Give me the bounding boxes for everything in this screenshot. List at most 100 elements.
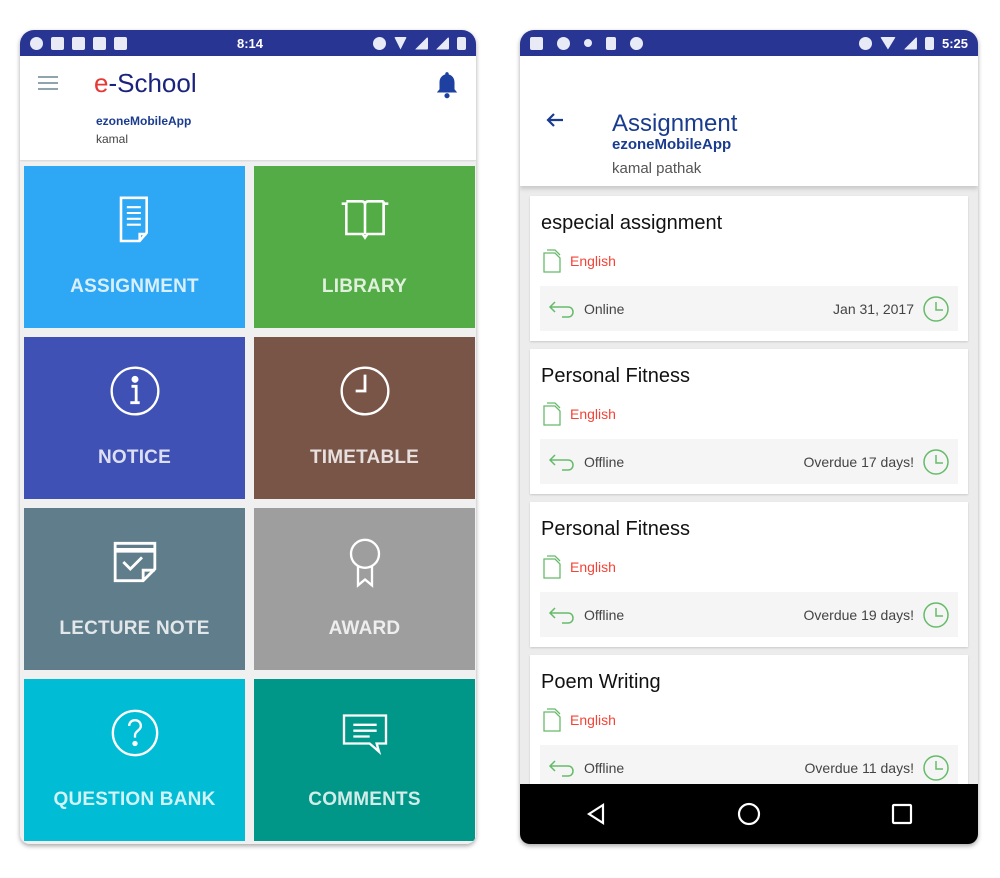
sync-icon: [373, 36, 386, 50]
app-header: e-School ezoneMobileApp kamal: [20, 56, 476, 161]
nav-recents-button[interactable]: [887, 799, 917, 829]
file-icon: [543, 249, 561, 273]
signal-icon: [903, 36, 917, 50]
subject-row: English: [542, 401, 616, 427]
clock-icon: [923, 754, 949, 781]
home-screen: 8:14 e-School ezoneMobileApp kamal ASSIG…: [20, 30, 476, 844]
status-time: 5:25: [941, 35, 968, 51]
logo-prefix: e: [94, 68, 109, 98]
app-icon: [114, 36, 127, 50]
card-footer: Offline Overdue 17 days!: [540, 439, 958, 484]
message-icon: [30, 36, 43, 50]
due-date: Overdue 17 days!: [803, 453, 914, 470]
due-date: Jan 31, 2017: [833, 300, 914, 317]
return-arrow-icon: [548, 606, 574, 624]
tile-label: NOTICE: [98, 447, 171, 468]
app-icon: [584, 39, 592, 47]
logo-suffix: -School: [108, 68, 197, 98]
clock-icon: [923, 601, 949, 628]
tile-label: ASSIGNMENT: [70, 276, 199, 297]
assignment-card[interactable]: Personal Fitness English Offline Overdue…: [530, 502, 968, 647]
page-title: Assignment: [612, 110, 738, 137]
app-icon: [93, 36, 106, 50]
due-date: Overdue 11 days!: [804, 759, 914, 776]
nav-home-button[interactable]: [734, 799, 764, 829]
clock-icon: [340, 366, 389, 416]
assignment-card[interactable]: Poem Writing English Offline Overdue 11 …: [530, 655, 968, 784]
tile-lecture-note[interactable]: LECTURE NOTE: [24, 508, 245, 670]
assignment-card[interactable]: especial assignment English Online Jan 3…: [530, 196, 968, 341]
submission-mode: Online: [584, 300, 625, 317]
bulb-icon: [557, 36, 570, 50]
assignment-title: Personal Fitness: [541, 365, 690, 387]
tile-award[interactable]: AWARD: [254, 508, 475, 670]
user-name: kamal pathak: [612, 160, 702, 177]
tile-assignment[interactable]: ASSIGNMENT: [24, 166, 245, 328]
app-icon: [530, 36, 543, 50]
return-arrow-icon: [548, 759, 574, 777]
subject-label: English: [570, 559, 616, 575]
comment-icon: [342, 714, 387, 756]
alarm-icon: [858, 36, 872, 50]
document-icon: [119, 196, 148, 243]
info-icon: [110, 366, 159, 416]
android-nav-bar: [520, 784, 978, 844]
tile-label: QUESTION BANK: [53, 789, 216, 810]
square-recents-icon: [891, 803, 912, 825]
triangle-back-icon: [587, 802, 605, 826]
nav-back-button[interactable]: [581, 799, 611, 829]
wifi-icon: [879, 36, 896, 50]
tile-label: LIBRARY: [321, 276, 408, 297]
android-icon: [630, 36, 643, 50]
back-arrow-icon[interactable]: [542, 108, 568, 132]
file-icon: [543, 555, 561, 579]
menu-icon[interactable]: [38, 76, 58, 90]
tile-label: COMMENTS: [308, 789, 421, 810]
question-icon: [111, 709, 158, 757]
clock-icon: [923, 295, 949, 322]
org-name: ezoneMobileApp: [96, 114, 192, 128]
assignment-title: Poem Writing: [541, 671, 661, 693]
menu-grid: ASSIGNMENT LIBRARY NOTICE TIMETABLE LECT…: [20, 162, 476, 844]
signal-icon: [415, 36, 428, 50]
card-footer: Offline Overdue 11 days!: [540, 745, 958, 784]
tile-label: TIMETABLE: [309, 447, 420, 468]
subject-label: English: [570, 253, 616, 269]
tile-notice[interactable]: NOTICE: [24, 337, 245, 499]
due-date: Overdue 19 days!: [803, 606, 914, 623]
subject-label: English: [570, 406, 616, 422]
submission-mode: Offline: [584, 453, 625, 470]
subject-label: English: [570, 712, 616, 728]
mail-icon: [51, 36, 64, 50]
tile-timetable[interactable]: TIMETABLE: [254, 337, 475, 499]
bell-icon[interactable]: [434, 70, 460, 100]
battery-icon: [457, 36, 466, 50]
return-arrow-icon: [548, 300, 574, 318]
tile-library[interactable]: LIBRARY: [254, 166, 475, 328]
tile-comments[interactable]: COMMENTS: [254, 679, 475, 841]
assignment-screen: 5:25 Assignment ezoneMobileApp kamal pat…: [520, 30, 978, 844]
note-check-icon: [113, 541, 156, 583]
app-logo: e-School: [94, 68, 197, 99]
notification-icon: [72, 36, 85, 50]
subject-row: English: [542, 707, 616, 733]
subject-row: English: [542, 248, 616, 274]
circle-home-icon: [737, 802, 761, 826]
assignment-title: especial assignment: [541, 212, 723, 234]
card-footer: Online Jan 31, 2017: [540, 286, 958, 331]
submission-mode: Offline: [584, 606, 625, 623]
file-icon: [543, 708, 561, 732]
tile-question-bank[interactable]: QUESTION BANK: [24, 679, 245, 841]
app-header: Assignment ezoneMobileApp kamal pathak: [520, 56, 978, 186]
assignment-card[interactable]: Personal Fitness English Offline Overdue…: [530, 349, 968, 494]
tile-label: LECTURE NOTE: [59, 618, 210, 639]
file-icon: [543, 402, 561, 426]
submission-mode: Offline: [584, 759, 625, 776]
tile-label: AWARD: [328, 618, 401, 639]
card-footer: Offline Overdue 19 days!: [540, 592, 958, 637]
signal-icon: [436, 36, 449, 50]
assignment-list: especial assignment English Online Jan 3…: [520, 186, 978, 784]
subject-row: English: [542, 554, 616, 580]
wifi-icon: [394, 36, 407, 50]
status-bar: 8:14: [20, 30, 476, 56]
